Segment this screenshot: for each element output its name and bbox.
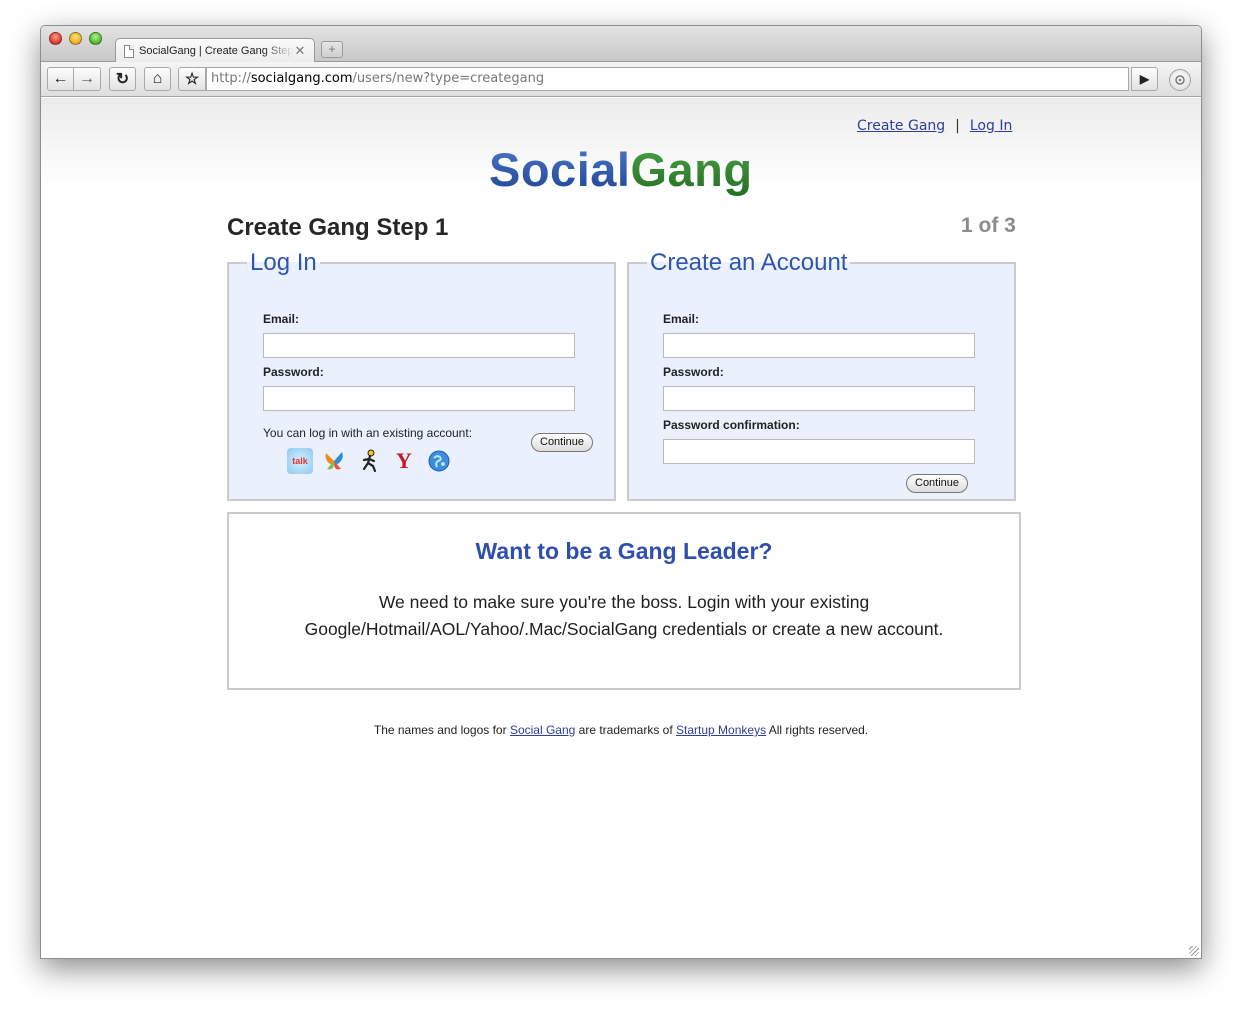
bookmark-star-icon[interactable]: ☆	[178, 67, 206, 91]
existing-account-text: You can log in with an existing account:	[263, 426, 473, 440]
gang-leader-text: We need to make sure you're the boss. Lo…	[304, 592, 944, 639]
page-content: Create Gang | Log In SocialGang Create Gan…	[41, 98, 1201, 958]
tab-bar: SocialGang | Create Gang Step 1 ✕ +	[41, 26, 1201, 63]
page-icon	[124, 44, 134, 58]
footer-middle: are trademarks of	[575, 723, 677, 737]
password-confirmation-input[interactable]	[663, 439, 975, 464]
login-legend: Log In	[250, 249, 317, 276]
google-talk-icon[interactable]: talk	[287, 448, 313, 474]
account-password-input[interactable]	[663, 386, 975, 411]
page-title: Create Gang Step 1	[227, 214, 449, 241]
login-email-input[interactable]	[263, 333, 575, 358]
new-tab-button[interactable]: +	[321, 41, 343, 58]
tab-title: SocialGang | Create Gang Step 1	[139, 45, 294, 57]
browser-toolbar: ← → ↻ ⌂ ☆ http://socialgang.com/users/ne…	[41, 62, 1201, 97]
logo-social: Social	[489, 143, 631, 196]
close-window-button[interactable]	[49, 32, 62, 45]
startup-monkeys-link[interactable]: Startup Monkeys	[676, 723, 766, 737]
address-bar[interactable]: http://socialgang.com/users/new?type=cre…	[206, 67, 1129, 91]
link-separator: |	[955, 118, 960, 134]
login-continue-button[interactable]: Continue	[531, 433, 594, 452]
dotmac-globe-icon[interactable]	[426, 448, 452, 474]
gang-leader-info-box: Want to be a Gang Leader? We need to mak…	[227, 512, 1021, 690]
step-counter: 1 of 3	[961, 214, 1016, 237]
resize-grip[interactable]	[1189, 946, 1199, 956]
reload-button[interactable]: ↻	[109, 67, 136, 91]
login-panel: Log In Email: Password: You can log in w…	[227, 250, 616, 501]
login-link[interactable]: Log In	[970, 118, 1012, 134]
msn-butterfly-icon[interactable]	[321, 448, 347, 474]
url-host: socialgang.com	[250, 71, 353, 86]
forward-button[interactable]: →	[74, 67, 101, 91]
minimize-window-button[interactable]	[69, 32, 82, 45]
login-email-label: Email:	[263, 312, 300, 326]
aim-running-man-icon[interactable]	[357, 448, 383, 474]
yahoo-icon[interactable]: Y	[391, 448, 417, 474]
social-gang-link[interactable]: Social Gang	[510, 723, 575, 737]
account-email-input[interactable]	[663, 333, 975, 358]
tab-close-icon[interactable]: ✕	[294, 43, 306, 59]
login-password-input[interactable]	[263, 386, 575, 411]
login-password-label: Password:	[263, 365, 324, 379]
account-email-label: Email:	[663, 312, 700, 326]
footer: The names and logos for Social Gang are …	[41, 723, 1201, 737]
back-button[interactable]: ←	[47, 67, 74, 91]
create-account-legend: Create an Account	[650, 249, 848, 276]
browser-window: SocialGang | Create Gang Step 1 ✕ + ← → …	[40, 25, 1202, 959]
socialgang-logo[interactable]: SocialGang	[489, 142, 753, 197]
create-account-panel: Create an Account Email: Password: Passw…	[627, 250, 1016, 501]
zoom-window-button[interactable]	[89, 32, 102, 45]
gang-leader-heading: Want to be a Gang Leader?	[475, 538, 773, 564]
create-gang-link[interactable]: Create Gang	[857, 118, 945, 134]
logo-gang: Gang	[630, 143, 753, 196]
password-confirmation-label: Password confirmation:	[663, 418, 800, 432]
go-button[interactable]: ▶	[1131, 67, 1158, 91]
tab-active[interactable]: SocialGang | Create Gang Step 1 ✕	[115, 38, 315, 63]
wrench-icon[interactable]	[1169, 69, 1191, 91]
footer-suffix: All rights reserved.	[766, 723, 869, 737]
home-button[interactable]: ⌂	[144, 67, 171, 91]
account-continue-button[interactable]: Continue	[906, 474, 969, 493]
url-scheme: http://	[211, 71, 251, 86]
top-links: Create Gang | Log In	[857, 118, 1012, 134]
footer-prefix: The names and logos for	[373, 723, 510, 737]
url-path: /users/new?type=creategang	[352, 71, 545, 86]
account-password-label: Password:	[663, 365, 724, 379]
